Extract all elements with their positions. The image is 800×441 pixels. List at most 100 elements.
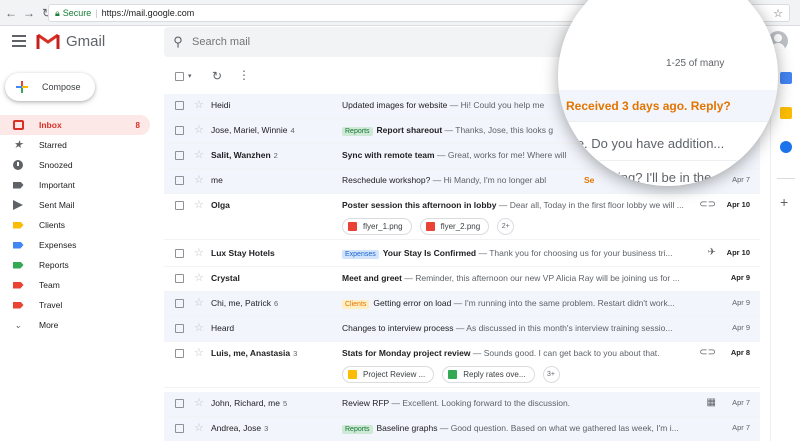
email-content: Meet and greet — Reminder, this afternoo…	[342, 273, 680, 283]
sidebar-item-starred[interactable]: ★ Starred	[0, 135, 150, 155]
email-content: Poster session this afternoon in lobby —…	[342, 200, 684, 210]
select-caret-icon[interactable]: ▾	[188, 72, 192, 80]
refresh-icon[interactable]: ↻	[212, 69, 222, 83]
label-chip-clients: Clients	[342, 300, 370, 309]
email-row[interactable]: ☆ Chi, me, Patrick 6 Clients Getting error…	[164, 292, 760, 317]
row-checkbox[interactable]	[175, 349, 184, 358]
select-all-checkbox[interactable]	[175, 72, 184, 81]
star-toggle-icon[interactable]: ☆	[194, 296, 204, 309]
sidebar-item-travel[interactable]: Travel	[0, 295, 150, 315]
address-separator: |	[95, 8, 98, 18]
main-menu-icon[interactable]	[12, 35, 26, 47]
sidebar-item-label: Team	[39, 280, 60, 290]
email-row[interactable]: ☆ Crystal Meet and greet — Reminder, thi…	[164, 267, 760, 292]
label-chip-expenses: Expenses	[342, 250, 379, 259]
star-toggle-icon[interactable]: ☆	[194, 421, 204, 434]
row-checkbox[interactable]	[175, 324, 184, 333]
magnified-snippet: staying? I'll be in the	[594, 170, 712, 185]
row-checkbox[interactable]	[175, 249, 184, 258]
sidebar-item-label: Inbox	[39, 120, 62, 130]
gmail-logo[interactable]: Gmail	[36, 32, 105, 50]
forward-icon[interactable]: →	[22, 6, 36, 20]
attachment-chip[interactable]: Reply rates ove...	[442, 366, 535, 383]
row-checkbox[interactable]	[175, 101, 184, 110]
email-content: Review RFP — Excellent. Looking forward …	[342, 398, 571, 408]
email-row[interactable]: ☆ Lux Stay Hotels Expenses Your Stay Is C…	[164, 242, 760, 267]
back-icon[interactable]: ←	[4, 6, 18, 20]
email-sender: Luis, me, Anastasia 3	[211, 348, 298, 358]
sidebar-item-team[interactable]: Team	[0, 275, 150, 295]
star-toggle-icon[interactable]: ☆	[194, 123, 204, 136]
email-row[interactable]: ☆ Andrea, Jose 3 Reports Baseline graphs —…	[164, 417, 760, 441]
email-row[interactable]: ☆ Heard Changes to interview process — A…	[164, 317, 760, 342]
sidebar-item-snoozed[interactable]: Snoozed	[0, 155, 150, 175]
email-sender: Heard	[211, 323, 235, 333]
email-row[interactable]: ☆ Luis, me, Anastasia 3 Stats for Monday …	[164, 342, 760, 388]
star-toggle-icon[interactable]: ☆	[194, 173, 204, 186]
sidebar-item-label: Clients	[39, 220, 65, 230]
sidebar-item-more[interactable]: ⌄ More	[0, 315, 150, 335]
sidebar-item-inbox[interactable]: Inbox 8	[0, 115, 150, 135]
image-file-icon	[348, 222, 357, 231]
email-date: Apr 10	[726, 200, 750, 209]
sidebar-item-expenses[interactable]: Expenses	[0, 235, 150, 255]
row-checkbox[interactable]	[175, 424, 184, 433]
add-addon-icon[interactable]: +	[780, 195, 788, 209]
star-toggle-icon[interactable]: ☆	[194, 346, 204, 359]
bookmark-star-icon[interactable]: ☆	[773, 7, 783, 20]
star-toggle-icon[interactable]: ☆	[194, 148, 204, 161]
keep-icon[interactable]	[780, 107, 792, 119]
calendar-icon[interactable]	[780, 72, 792, 84]
page-range: 1-25 of many	[666, 58, 725, 69]
attachment-chip[interactable]: flyer_1.png	[342, 218, 412, 235]
email-row[interactable]: ☆ John, Richard, me 5 Review RFP — Excell…	[164, 392, 760, 417]
panel-divider	[777, 178, 795, 179]
email-row[interactable]: ☆ Olga Poster session this afternoon in …	[164, 194, 760, 240]
send-icon	[12, 200, 24, 210]
email-content: Reports Baseline graphs — Good question. …	[342, 423, 697, 434]
compose-button[interactable]: Compose	[5, 73, 95, 101]
sidebar-item-important[interactable]: Important	[0, 175, 150, 195]
magnified-row: Received 3 days ago. Reply?	[558, 90, 778, 122]
sidebar-item-label: Starred	[39, 140, 67, 150]
calendar-event-icon: ▦	[706, 397, 716, 408]
email-sender: Crystal	[211, 273, 240, 283]
row-checkbox[interactable]	[175, 126, 184, 135]
star-toggle-icon[interactable]: ☆	[194, 246, 204, 259]
attachment-icon: ⊂⊃	[699, 347, 716, 358]
star-toggle-icon[interactable]: ☆	[194, 321, 204, 334]
star-toggle-icon[interactable]: ☆	[194, 271, 204, 284]
email-date: Apr 8	[730, 348, 750, 357]
more-attachments-chip[interactable]: 3+	[542, 366, 560, 383]
sidebar-item-reports[interactable]: Reports	[0, 255, 150, 275]
more-vert-icon[interactable]: ⋮	[238, 68, 250, 82]
row-checkbox[interactable]	[175, 151, 184, 160]
email-date: Apr 10	[726, 248, 750, 257]
search-icon[interactable]: ⚲	[164, 34, 192, 50]
more-attachments-chip[interactable]: 2+	[497, 218, 515, 235]
row-checkbox[interactable]	[175, 201, 184, 210]
sidebar-item-label: Travel	[39, 300, 63, 310]
compose-label: Compose	[42, 82, 81, 92]
app-name: Gmail	[66, 32, 106, 50]
sidebar-item-sent[interactable]: Sent Mail	[0, 195, 150, 215]
attachment-chip[interactable]: flyer_2.png	[419, 218, 490, 235]
star-toggle-icon[interactable]: ☆	[194, 98, 204, 111]
email-date: Apr 9	[732, 323, 750, 332]
inbox-count: 8	[135, 120, 140, 130]
row-checkbox[interactable]	[175, 274, 184, 283]
email-sender: John, Richard, me 5	[211, 398, 288, 408]
row-checkbox[interactable]	[175, 299, 184, 308]
tasks-icon[interactable]	[780, 141, 792, 153]
attachment-chip[interactable]: Project Review ...	[342, 366, 435, 383]
email-sender: Salit, Wanzhen 2	[211, 150, 278, 160]
email-sender: me	[211, 175, 223, 185]
row-checkbox[interactable]	[175, 176, 184, 185]
star-toggle-icon[interactable]: ☆	[194, 396, 204, 409]
row-checkbox[interactable]	[175, 399, 184, 408]
sidebar-item-clients[interactable]: Clients	[0, 215, 150, 235]
email-sender: Heidi	[211, 100, 231, 110]
reply-nudge[interactable]: Received 3 days ago. Reply?	[566, 99, 731, 113]
star-toggle-icon[interactable]: ☆	[194, 198, 204, 211]
label-icon	[12, 280, 24, 290]
